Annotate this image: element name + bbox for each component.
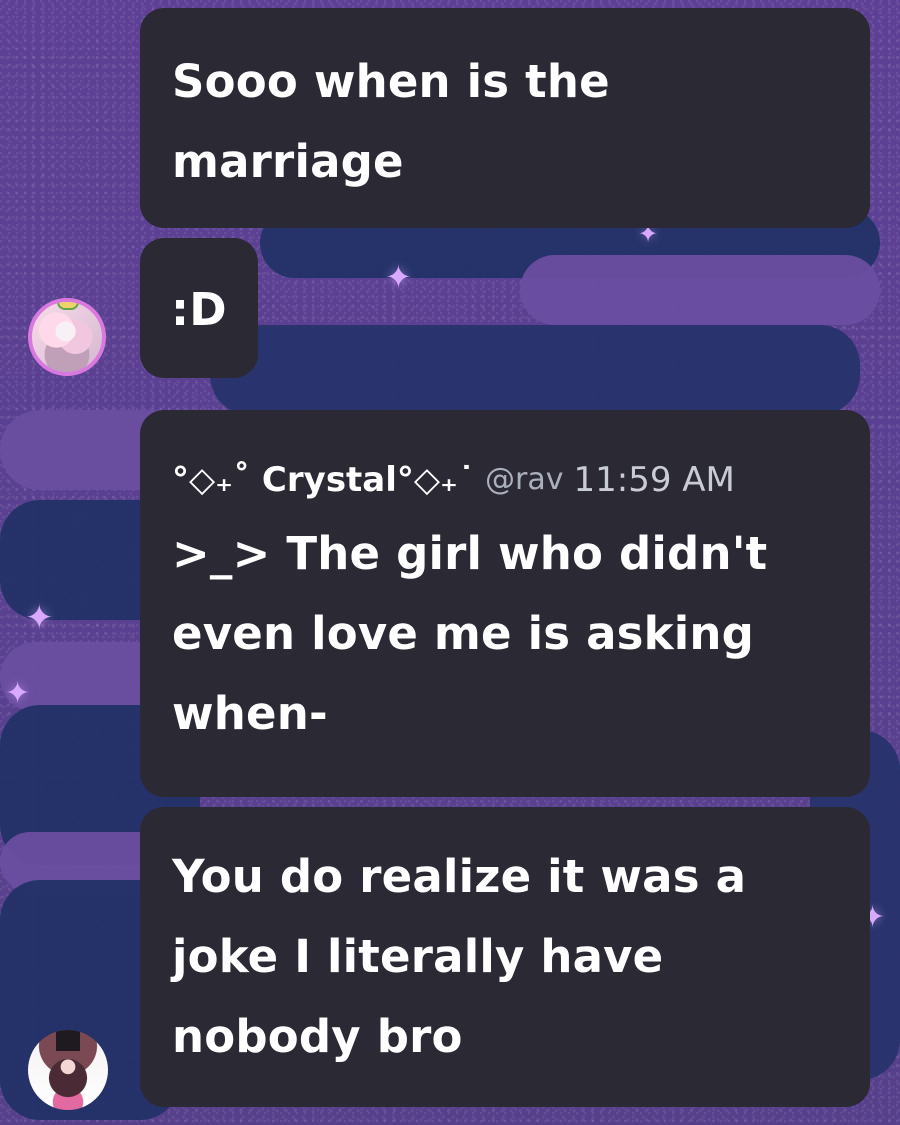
avatar[interactable]	[28, 1030, 108, 1110]
message-bubble[interactable]: Sooo when is the marriage	[140, 8, 870, 228]
message-header: °◇₊˚ Crystal°◇₊˙ @rav 11:59 AM	[172, 444, 838, 516]
author-name[interactable]: °◇₊˚ Crystal°◇₊˙	[172, 444, 475, 516]
message-bubble[interactable]: You do realize it was a joke I literally…	[140, 807, 870, 1107]
sparkle-icon: ✦	[385, 258, 412, 296]
background-cloud	[210, 325, 860, 415]
author-handle[interactable]: @rav	[485, 444, 563, 516]
message-timestamp: 11:59 AM	[573, 460, 735, 500]
avatar[interactable]	[28, 298, 106, 376]
sparkle-icon: ✦	[5, 676, 31, 711]
message-bubble[interactable]: :D	[140, 238, 258, 378]
message-text: >_> The girl who didn't even love me is …	[172, 527, 768, 740]
background-cloud	[520, 255, 880, 325]
message-text: :D	[171, 283, 227, 336]
message-text: You do realize it was a joke I literally…	[172, 850, 747, 1063]
message-bubble[interactable]: °◇₊˚ Crystal°◇₊˙ @rav 11:59 AM >_> The g…	[140, 410, 870, 797]
sparkle-icon: ✦	[25, 598, 54, 638]
message-text: Sooo when is the marriage	[172, 55, 610, 188]
